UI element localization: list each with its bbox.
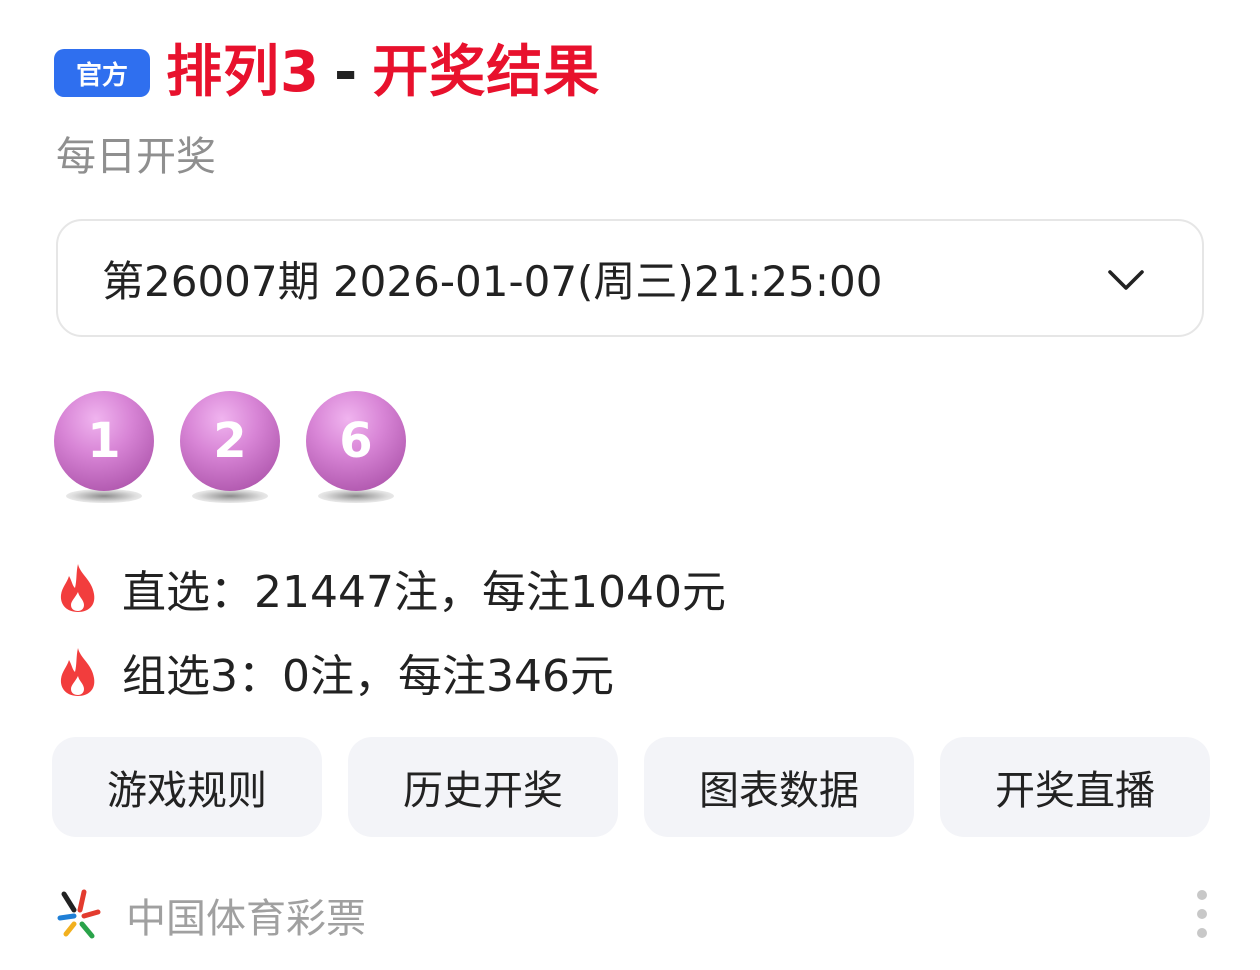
- lottery-result-card: 官方 排列3- 开奖结果 每日开奖 第26007期 2026-01-07(周三)2…: [0, 0, 1260, 970]
- chevron-down-icon: [1108, 270, 1144, 290]
- number-ball: 2: [180, 391, 280, 507]
- game-rules-button[interactable]: 游戏规则: [52, 737, 322, 837]
- period-dropdown[interactable]: 第26007期 2026-01-07(周三)21:25:00: [56, 219, 1204, 337]
- title-dash: -: [333, 40, 359, 105]
- live-draw-button[interactable]: 开奖直播: [940, 737, 1210, 837]
- ball-shadow: [66, 489, 142, 503]
- draw-frequency: 每日开奖: [56, 134, 216, 180]
- flame-icon: [60, 564, 95, 612]
- more-dot: [1197, 909, 1207, 919]
- ball-shadow: [192, 489, 268, 503]
- number-ball-value: 6: [306, 391, 406, 491]
- history-draws-button[interactable]: 历史开奖: [348, 737, 618, 837]
- source-name: 中国体育彩票: [126, 896, 366, 942]
- action-buttons: 游戏规则 历史开奖 图表数据 开奖直播: [52, 737, 1210, 837]
- chart-data-button[interactable]: 图表数据: [644, 737, 914, 837]
- number-ball-value: 2: [180, 391, 280, 491]
- number-ball: 1: [54, 391, 154, 507]
- prize-group3-text: 组选3：0注，每注346元: [122, 651, 614, 702]
- prize-direct: 直选：21447注，每注1040元: [56, 556, 726, 620]
- china-sports-lottery-logo-icon: [57, 889, 101, 939]
- page-title[interactable]: 排列3- 开奖结果: [166, 38, 600, 108]
- flame-icon: [60, 648, 95, 696]
- ball-shadow: [318, 489, 394, 503]
- official-badge: 官方: [54, 49, 150, 97]
- number-ball-value: 1: [54, 391, 154, 491]
- card-header: 官方 排列3- 开奖结果: [54, 38, 600, 108]
- number-ball: 6: [306, 391, 406, 507]
- prize-direct-text: 直选：21447注，每注1040元: [122, 567, 726, 618]
- winning-numbers: 1 2 6: [54, 391, 432, 507]
- more-vertical-icon[interactable]: [1194, 890, 1210, 938]
- selected-period: 第26007期 2026-01-07(周三)21:25:00: [102, 256, 883, 306]
- source-footer[interactable]: 中国体育彩票: [54, 886, 366, 944]
- more-dot: [1197, 928, 1207, 938]
- prize-group3: 组选3：0注，每注346元: [56, 640, 614, 704]
- more-dot: [1197, 890, 1207, 900]
- title-result-label: 开奖结果: [372, 40, 601, 105]
- title-lottery-name: 排列3: [166, 40, 320, 105]
